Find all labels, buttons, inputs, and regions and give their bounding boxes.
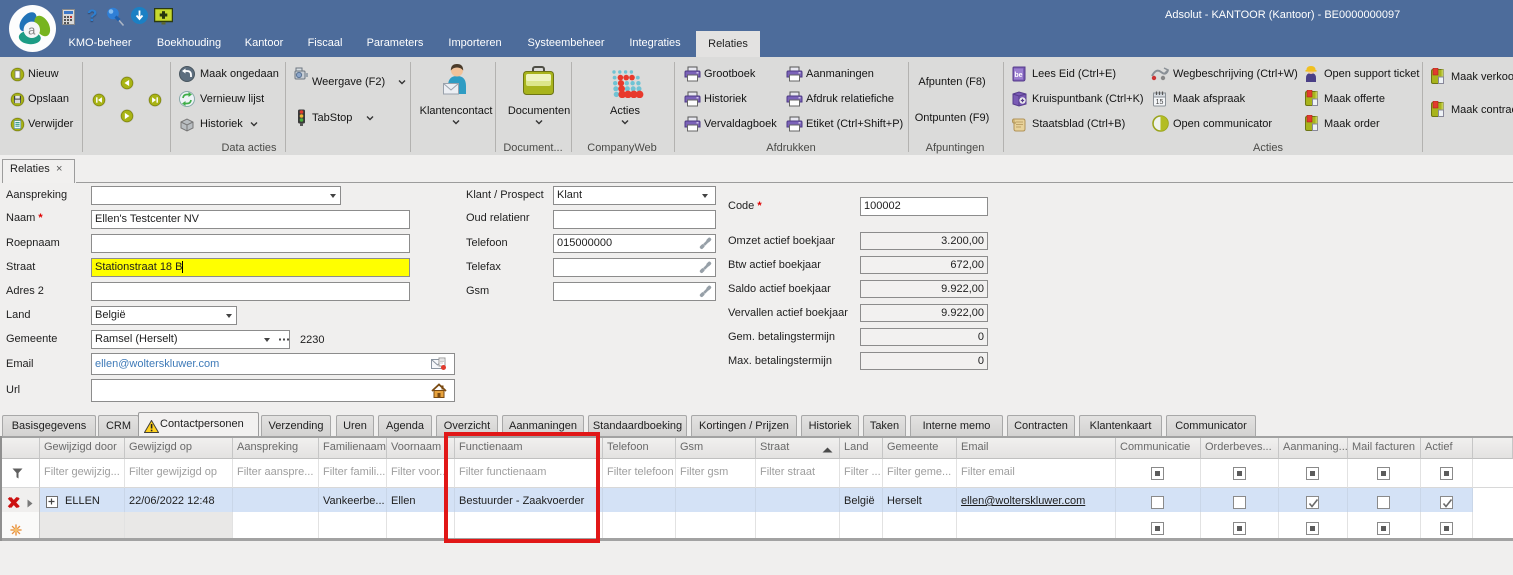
svg-text:15: 15	[1156, 99, 1164, 106]
svg-text:be: be	[1014, 72, 1022, 79]
svg-text:a: a	[28, 23, 36, 38]
